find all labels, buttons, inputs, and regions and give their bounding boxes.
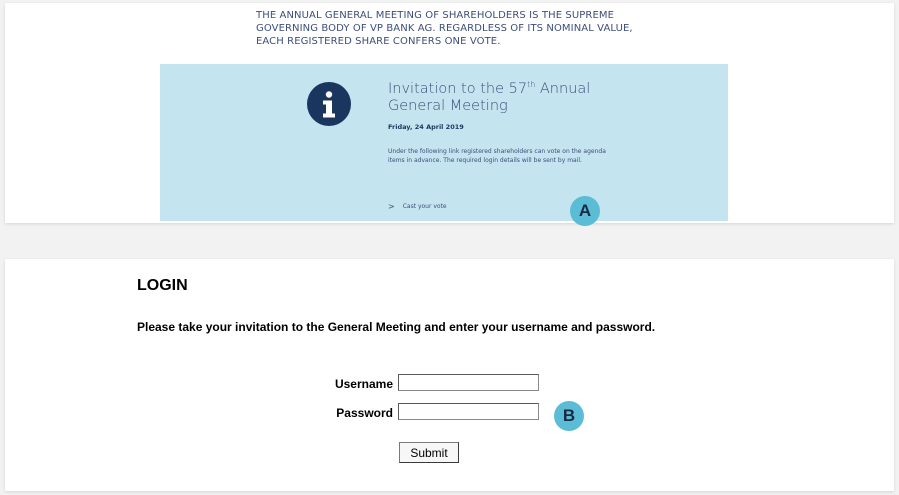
invitation-box: Invitation to the 57th Annual General Me… bbox=[160, 64, 728, 221]
invitation-description: Under the following link registered shar… bbox=[388, 148, 606, 164]
username-label: Username bbox=[334, 377, 393, 391]
cast-your-vote-link[interactable]: > Cast your vote bbox=[388, 202, 447, 211]
username-input[interactable] bbox=[398, 374, 539, 391]
submit-button[interactable]: Submit bbox=[399, 442, 459, 463]
info-icon bbox=[307, 82, 351, 126]
cast-your-vote-label: Cast your vote bbox=[402, 203, 447, 210]
agm-intro-text: THE ANNUAL GENERAL MEETING OF SHAREHOLDE… bbox=[256, 10, 633, 47]
callout-marker-a: A bbox=[570, 196, 600, 226]
login-title: LOGIN bbox=[137, 277, 188, 294]
chevron-right-icon: > bbox=[388, 202, 395, 211]
password-input[interactable] bbox=[398, 403, 539, 420]
invitation-title-pre: Invitation to the 57 bbox=[388, 81, 528, 97]
invitation-title: Invitation to the 57th Annual General Me… bbox=[388, 81, 608, 115]
login-instructions: Please take your invitation to the Gener… bbox=[137, 320, 656, 334]
meeting-date: Friday, 24 April 2019 bbox=[388, 123, 464, 131]
callout-marker-b: B bbox=[554, 401, 584, 431]
password-label: Password bbox=[336, 406, 393, 420]
